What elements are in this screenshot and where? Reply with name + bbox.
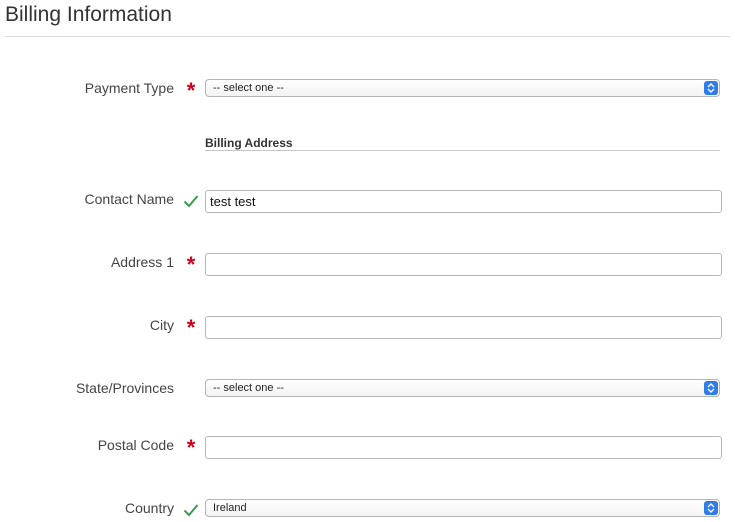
country-select[interactable]: Ireland <box>205 499 720 517</box>
page-title: Billing Information <box>5 3 172 26</box>
payment-type-selected-value: -- select one -- <box>213 82 284 94</box>
state-select[interactable]: -- select one -- <box>205 379 720 397</box>
address1-input[interactable] <box>205 253 722 276</box>
required-asterisk-icon: * <box>186 315 196 340</box>
address1-label: Address 1 <box>110 254 174 270</box>
payment-type-label: Payment Type <box>84 80 174 96</box>
checkmark-icon <box>182 192 200 210</box>
state-label: State/Provinces <box>75 380 174 396</box>
billing-page: Billing Information Payment Type * -- se… <box>0 0 735 522</box>
payment-type-select[interactable]: -- select one -- <box>205 79 720 97</box>
section-divider <box>205 150 720 151</box>
select-arrows-icon <box>704 501 718 515</box>
postal-code-label: Postal Code <box>97 437 174 453</box>
select-arrows-icon <box>704 81 718 95</box>
country-label: Country <box>124 500 174 516</box>
select-arrows-icon <box>704 381 718 395</box>
city-input[interactable] <box>205 316 722 339</box>
postal-code-input[interactable] <box>205 436 722 459</box>
required-asterisk-icon: * <box>186 252 196 277</box>
billing-address-heading: Billing Address <box>205 136 293 150</box>
contact-name-input[interactable] <box>205 190 722 213</box>
state-selected-value: -- select one -- <box>213 382 284 394</box>
contact-name-label: Contact Name <box>84 191 174 207</box>
required-asterisk-icon: * <box>186 78 196 103</box>
country-selected-value: Ireland <box>213 502 247 514</box>
required-asterisk-icon: * <box>186 435 196 460</box>
checkmark-icon <box>182 501 200 519</box>
city-label: City <box>149 317 174 333</box>
title-divider <box>5 36 730 37</box>
